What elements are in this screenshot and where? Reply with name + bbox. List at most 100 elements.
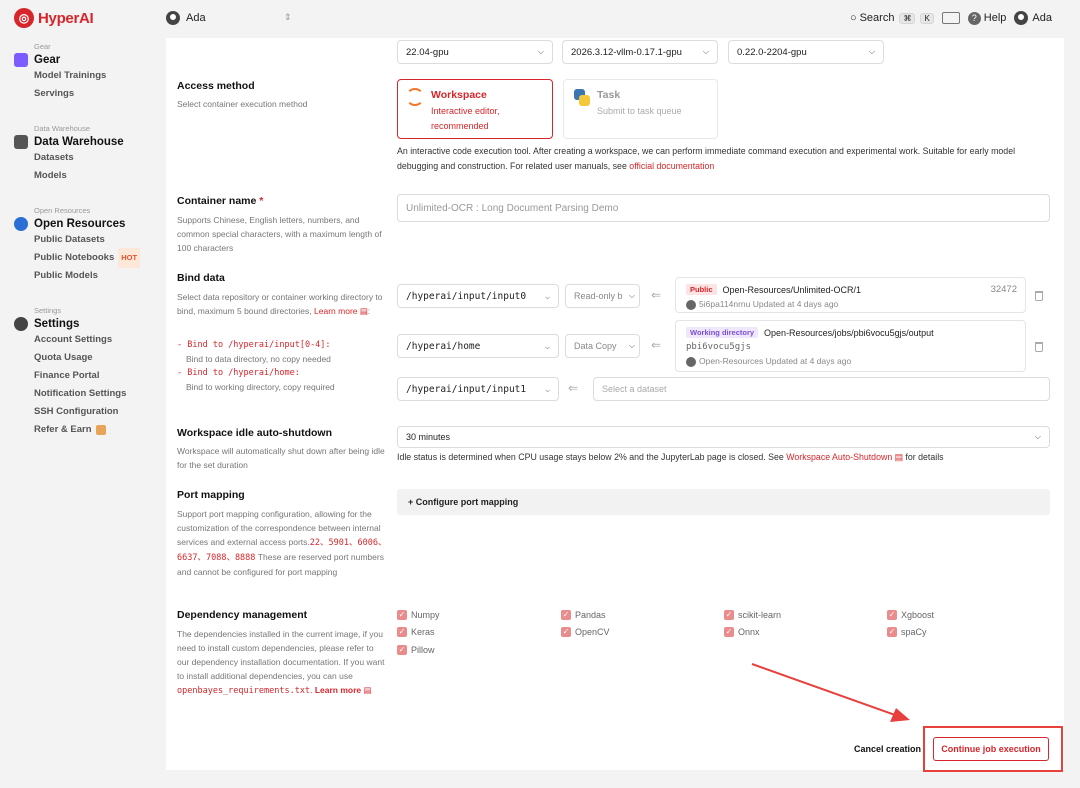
- dep-checkbox-numpy[interactable]: ✓ Numpy: [397, 610, 440, 620]
- task-mode-card[interactable]: Task Submit to task queue: [563, 79, 718, 139]
- select-value: 2026.3.12-vllm-0.17.1-gpu: [571, 46, 682, 58]
- brand-logo[interactable]: ◎ HyperAI: [14, 8, 94, 28]
- image-framework-select[interactable]: 2026.3.12-vllm-0.17.1-gpu ⌵: [562, 40, 718, 64]
- annotation-highlight-box: [923, 726, 1063, 772]
- chevron-down-icon: ⌵: [702, 47, 709, 56]
- image-os-select[interactable]: 22.04-gpu ⌵: [397, 40, 553, 64]
- note-text: Idle status is determined when CPU usage…: [397, 452, 784, 462]
- chevron-down-icon: ⌵: [628, 341, 635, 350]
- user-name: Ada: [186, 12, 206, 24]
- dep-checkbox-scikit-learn[interactable]: ✓ scikit-learn: [724, 610, 781, 620]
- dep-checkbox-xgboost[interactable]: ✓ Xgboost: [887, 610, 934, 620]
- configure-port-mapping-button[interactable]: + Configure port mapping: [397, 489, 1050, 515]
- owner-avatar-icon: [686, 356, 696, 367]
- dep-checkbox-onnx[interactable]: ✓ Onnx: [724, 627, 760, 637]
- group-title: Data Warehouse: [34, 136, 124, 148]
- dataset-size: 32472: [990, 284, 1017, 295]
- sidebar-item-servings[interactable]: Servings: [34, 85, 106, 103]
- workspace-mode-card[interactable]: Workspace Interactive editor, recommende…: [397, 79, 553, 139]
- bind-path-select-1[interactable]: /hyperai/input/input0 ⌵: [397, 284, 559, 308]
- dataset-owner: 5i6pa114nrnu: [699, 299, 751, 309]
- sidebar-item-data-warehouse[interactable]: Data Warehouse: [14, 135, 124, 149]
- dataset-name: Open-Resources/Unlimited-OCR/1: [722, 284, 862, 295]
- warehouse-icon: [14, 135, 28, 149]
- sidebar-item-models[interactable]: Models: [34, 167, 124, 185]
- switcher-updown-icon[interactable]: ⇕: [284, 12, 292, 23]
- help-icon: ?: [967, 11, 981, 25]
- search-label: Search: [859, 12, 895, 24]
- dep-label: Numpy: [411, 610, 440, 620]
- sidebar-item-public-models[interactable]: Public Models: [34, 267, 140, 285]
- jupyter-icon: [406, 88, 424, 106]
- dep-label: Xgboost: [901, 610, 935, 620]
- bind-mode-select-1[interactable]: Read-only b ⌵: [565, 284, 640, 308]
- user-avatar-icon: [166, 11, 180, 25]
- sidebar-group-open-resources: Open Resources Open Resources Public Dat…: [14, 206, 141, 285]
- dep-label: Onnx: [738, 627, 760, 637]
- sidebar-item-model-trainings[interactable]: Model Trainings: [34, 67, 106, 85]
- workspace-user-switcher[interactable]: Ada: [166, 11, 206, 25]
- dependency-desc: The dependencies installed in the curren…: [177, 629, 385, 696]
- sidebar-item-finance-portal[interactable]: Finance Portal: [34, 367, 126, 385]
- checkbox-checked-icon: ✓: [724, 627, 734, 637]
- dep-checkbox-spacy[interactable]: ✓ spaCy: [887, 627, 927, 637]
- open-resources-icon: [14, 217, 28, 231]
- shortcut-k-key: K: [920, 12, 934, 24]
- sidebar-item-account-settings[interactable]: Account Settings: [34, 331, 126, 349]
- dep-checkbox-pandas[interactable]: ✓ Pandas: [561, 610, 606, 620]
- hint2-path-text: Bind to /hyperai/home:: [187, 368, 300, 378]
- account-menu[interactable]: Ada: [1014, 11, 1052, 25]
- hot-badge: HOT: [118, 248, 141, 268]
- dataset-name: Open-Resources/jobs/pbi6vocu5gjs/output: [764, 327, 934, 338]
- checkbox-checked-icon: ✓: [561, 610, 571, 620]
- trash-icon[interactable]: [1035, 342, 1043, 352]
- gift-icon: [95, 425, 106, 435]
- container-name-input[interactable]: Unlimited-OCR : Long Document Parsing De…: [397, 194, 1050, 222]
- bind-path-select-2[interactable]: /hyperai/home ⌵: [397, 334, 559, 358]
- bound-dataset-card-2[interactable]: Working directory Open-Resources/jobs/pb…: [675, 320, 1026, 372]
- checkbox-checked-icon: ✓: [397, 627, 407, 637]
- sidebar-item-settings[interactable]: Settings: [14, 317, 126, 331]
- dep-label: scikit-learn: [738, 610, 782, 620]
- learn-more-link[interactable]: Learn more: [315, 685, 361, 695]
- dataset-meta: Open-Resources Updated at 4 days ago: [686, 356, 851, 367]
- bind-data-title: Bind data: [177, 272, 225, 284]
- sidebar-item-public-notebooks[interactable]: Public Notebooks HOT: [34, 248, 141, 268]
- auto-shutdown-link[interactable]: Workspace Auto-Shutdown: [786, 452, 892, 462]
- sidebar-item-ssh-configuration[interactable]: SSH Configuration: [34, 403, 126, 421]
- sidebar-item-datasets[interactable]: Datasets: [34, 149, 124, 167]
- bind-mode-select-2[interactable]: Data Copy ⌵: [565, 334, 640, 358]
- dep-checkbox-pillow[interactable]: ✓ Pillow: [397, 645, 435, 655]
- group-caption: Data Warehouse: [34, 124, 91, 133]
- bound-dataset-card-1[interactable]: Public Open-Resources/Unlimited-OCR/1 32…: [675, 277, 1026, 313]
- dataset-owner: Open-Resources: [699, 356, 764, 366]
- dataset-search-input[interactable]: Select a dataset: [593, 377, 1050, 401]
- dep-label: OpenCV: [575, 627, 610, 637]
- trash-icon[interactable]: [1035, 291, 1043, 301]
- cancel-creation-button[interactable]: Cancel creation: [854, 744, 922, 754]
- sidebar-item-notification-settings[interactable]: Notification Settings: [34, 385, 126, 403]
- idle-duration-select[interactable]: 30 minutes ⌵: [397, 426, 1050, 448]
- learn-more-link[interactable]: Learn more: [314, 306, 357, 316]
- dep-checkbox-keras[interactable]: ✓ Keras: [397, 627, 435, 637]
- account-avatar-icon: [1014, 11, 1029, 25]
- sidebar-item-quota-usage[interactable]: Quota Usage: [34, 349, 126, 367]
- hint1-path: - Bind to /hyperai/input[0-4]:: [177, 340, 331, 350]
- help-button[interactable]: ? Help: [967, 11, 1006, 25]
- bind-path-select-3[interactable]: /hyperai/input/input1 ⌵: [397, 377, 559, 401]
- dep-label: Pandas: [575, 610, 606, 620]
- sidebar-item-refer-earn[interactable]: Refer & Earn: [34, 421, 126, 439]
- official-docs-link[interactable]: official documentation: [629, 161, 714, 171]
- image-version-select[interactable]: 0.22.0-2204-gpu ⌵: [728, 40, 884, 64]
- sidebar-group-settings: Settings Settings Account Settings Quota…: [14, 306, 126, 439]
- group-caption: Settings: [34, 306, 62, 315]
- dep-checkbox-opencv[interactable]: ✓ OpenCV: [561, 627, 610, 637]
- sidebar-item-gear[interactable]: Gear: [14, 53, 106, 67]
- sidebar-item-open-resources[interactable]: Open Resources: [14, 217, 140, 231]
- id-card-icon[interactable]: [941, 12, 960, 24]
- sidebar-item-public-datasets[interactable]: Public Datasets: [34, 231, 140, 249]
- select-value: Read-only b: [574, 291, 623, 301]
- search-button[interactable]: ○ Search ⌘ K: [850, 12, 934, 24]
- public-badge: Public: [686, 284, 717, 295]
- select-value: 0.22.0-2204-gpu: [737, 46, 807, 58]
